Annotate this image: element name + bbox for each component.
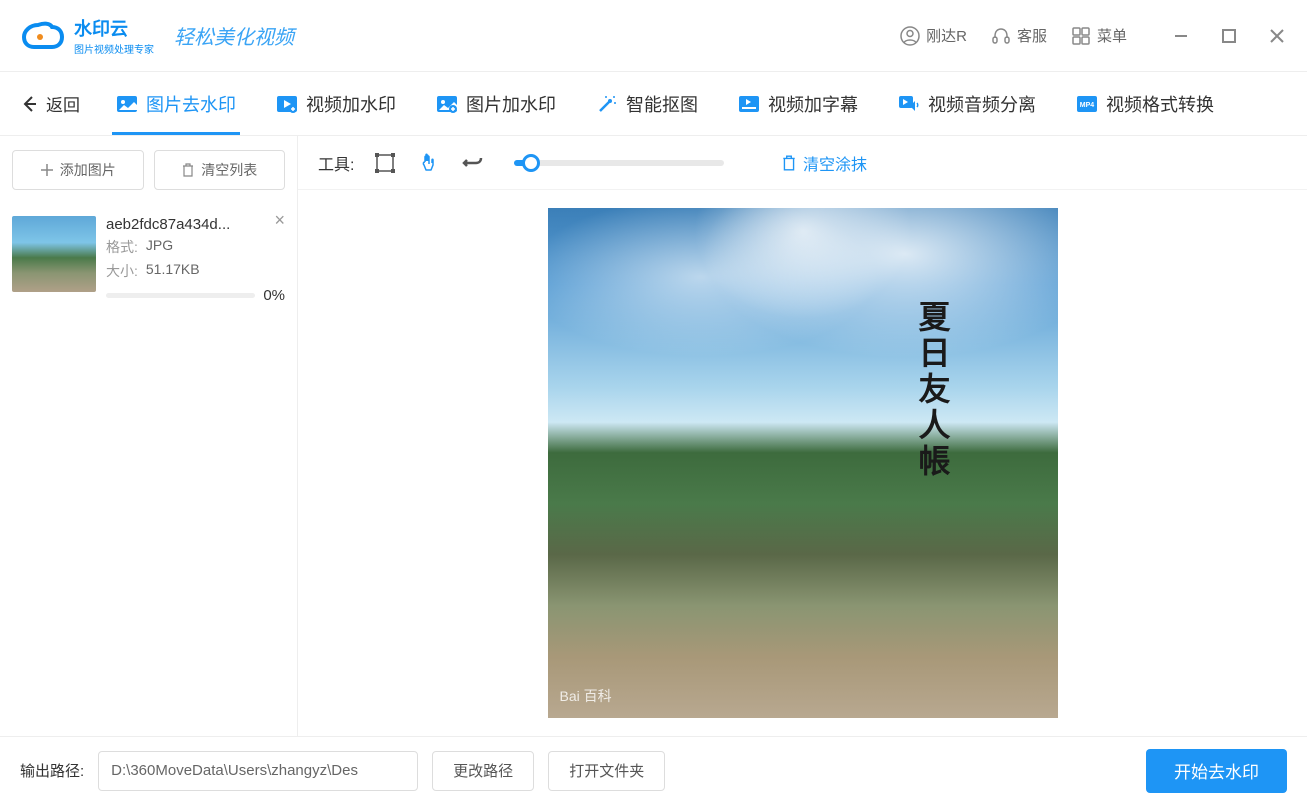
tool-label: 工具:	[318, 151, 354, 175]
file-item[interactable]: aeb2fdc87a434d... 格式: JPG 大小: 51.17KB 0%…	[12, 210, 285, 310]
app-header: 水印云 图片视频处理专家 轻松美化视频 刚达R 客服 菜单	[0, 0, 1307, 72]
file-thumbnail	[12, 216, 96, 292]
logo-subtitle: 图片视频处理专家	[74, 41, 154, 56]
video-format-icon: MP4	[1076, 93, 1098, 115]
logo-tagline: 轻松美化视频	[174, 21, 294, 50]
headset-icon	[991, 26, 1011, 46]
grid-icon	[1071, 26, 1091, 46]
start-button[interactable]: 开始去水印	[1146, 749, 1287, 793]
app-logo: 水印云 图片视频处理专家 轻松美化视频	[20, 15, 294, 56]
tab-image-add-watermark[interactable]: 图片加水印	[432, 73, 560, 135]
brush-size-slider[interactable]	[514, 160, 724, 166]
remove-file-button[interactable]: ×	[274, 210, 285, 231]
undo-icon	[462, 152, 484, 174]
arrow-left-icon	[20, 95, 38, 113]
tab-video-subtitle[interactable]: 视频加字幕	[734, 73, 862, 135]
image-title-text: 夏日友人帳	[910, 300, 956, 480]
video-add-icon	[276, 93, 298, 115]
change-path-button[interactable]: 更改路径	[432, 751, 534, 791]
output-path-input[interactable]	[98, 751, 418, 791]
progress-bar	[106, 293, 255, 298]
canvas-toolbar: 工具: 清空涂抹	[298, 136, 1307, 190]
open-folder-button[interactable]: 打开文件夹	[548, 751, 665, 791]
cloud-logo-icon	[20, 19, 64, 53]
plus-icon	[40, 163, 54, 177]
image-add-icon	[436, 93, 458, 115]
app-footer: 输出路径: 更改路径 打开文件夹 开始去水印	[0, 736, 1307, 804]
user-account[interactable]: 刚达R	[900, 25, 967, 46]
selection-tool[interactable]	[372, 150, 398, 176]
hand-icon	[418, 152, 440, 174]
add-image-button[interactable]: 添加图片	[12, 150, 144, 190]
selection-icon	[374, 152, 396, 174]
menu-label: 菜单	[1097, 25, 1127, 46]
tab-smart-cutout[interactable]: 智能抠图	[592, 73, 702, 135]
clear-list-button[interactable]: 清空列表	[154, 150, 286, 190]
trash-icon	[181, 163, 195, 177]
maximize-button[interactable]	[1219, 26, 1239, 46]
video-audio-icon	[898, 93, 920, 115]
image-watermark: Bai 百科	[560, 686, 612, 706]
tab-image-remove-watermark[interactable]: 图片去水印	[112, 73, 240, 135]
logo-title: 水印云	[74, 15, 154, 41]
tab-video-format[interactable]: MP4 视频格式转换	[1072, 73, 1218, 135]
close-button[interactable]	[1267, 26, 1287, 46]
clear-brush-button[interactable]: 清空涂抹	[781, 151, 867, 175]
magic-wand-icon	[596, 93, 618, 115]
image-remove-icon	[116, 93, 138, 115]
progress-percent: 0%	[263, 287, 285, 304]
trash-icon	[781, 155, 797, 171]
video-subtitle-icon	[738, 93, 760, 115]
file-sidebar: 添加图片 清空列表 aeb2fdc87a434d... 格式: JPG 大小:	[0, 136, 298, 736]
support-label: 客服	[1017, 25, 1047, 46]
tab-video-audio-split[interactable]: 视频音频分离	[894, 73, 1040, 135]
slider-thumb[interactable]	[522, 154, 540, 172]
image-canvas[interactable]: 夏日友人帳 Bai 百科	[298, 190, 1307, 736]
brush-tool[interactable]	[416, 150, 442, 176]
user-icon	[900, 26, 920, 46]
minimize-button[interactable]	[1171, 26, 1191, 46]
undo-button[interactable]	[460, 150, 486, 176]
menu-button[interactable]: 菜单	[1071, 25, 1127, 46]
file-name: aeb2fdc87a434d...	[106, 216, 256, 233]
main-tabbar: 返回 图片去水印 视频加水印 图片加水印 智能抠图 视频加字幕 视频音频分离 M…	[0, 72, 1307, 136]
output-path-label: 输出路径:	[20, 760, 84, 781]
back-button[interactable]: 返回	[20, 91, 80, 116]
tab-video-add-watermark[interactable]: 视频加水印	[272, 73, 400, 135]
svg-text:MP4: MP4	[1080, 102, 1095, 109]
support-button[interactable]: 客服	[991, 25, 1047, 46]
image-preview: 夏日友人帳 Bai 百科	[548, 208, 1058, 718]
user-label: 刚达R	[926, 25, 967, 46]
